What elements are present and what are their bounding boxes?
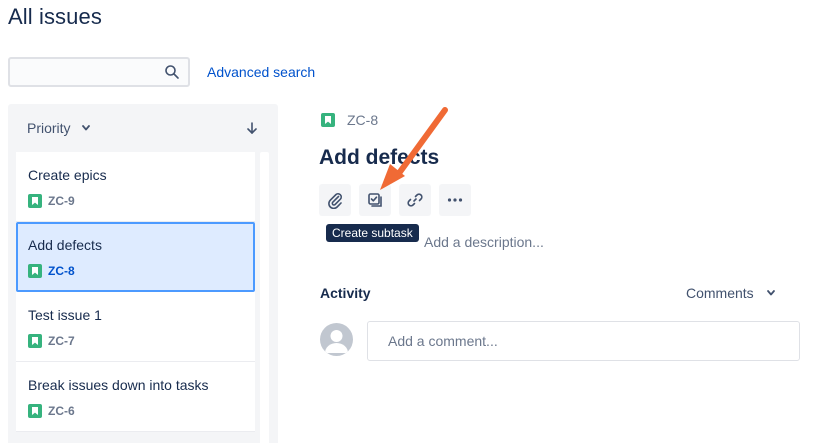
paperclip-icon bbox=[328, 193, 342, 209]
user-icon bbox=[325, 330, 348, 353]
issue-list: Create epics ZC-9 Add defects ZC-8 Test … bbox=[16, 152, 255, 432]
advanced-search-link[interactable]: Advanced search bbox=[207, 64, 315, 80]
link-issue-button[interactable] bbox=[399, 184, 431, 216]
issue-title: Break issues down into tasks bbox=[28, 377, 209, 393]
activity-filter-label: Comments bbox=[686, 285, 754, 301]
avatar bbox=[320, 323, 353, 356]
issue-key: ZC-6 bbox=[48, 404, 75, 418]
scrollbar[interactable] bbox=[260, 152, 269, 443]
story-icon bbox=[321, 113, 335, 127]
description-field[interactable]: Add a description... bbox=[424, 234, 544, 250]
tooltip-create-subtask: Create subtask bbox=[326, 224, 419, 242]
sort-bar: Priority bbox=[8, 104, 278, 152]
more-actions-button[interactable] bbox=[439, 184, 471, 216]
detail-key-text: ZC-8 bbox=[347, 112, 379, 128]
list-item[interactable]: Test issue 1 ZC-7 bbox=[16, 292, 255, 362]
create-subtask-button[interactable] bbox=[359, 184, 391, 216]
attach-button[interactable] bbox=[319, 184, 351, 216]
activity-filter-dropdown[interactable]: Comments bbox=[686, 285, 776, 301]
issue-key: ZC-9 bbox=[48, 194, 75, 208]
list-item[interactable]: Break issues down into tasks ZC-6 bbox=[16, 362, 255, 432]
activity-heading: Activity bbox=[320, 285, 371, 301]
search-box[interactable] bbox=[8, 57, 190, 87]
detail-issue-key[interactable]: ZC-8 bbox=[321, 112, 378, 128]
link-icon bbox=[407, 193, 423, 207]
list-item-selected[interactable]: Add defects ZC-8 bbox=[16, 222, 255, 292]
story-icon bbox=[28, 194, 42, 208]
issue-summary[interactable]: Add defects bbox=[319, 146, 439, 170]
search-input[interactable] bbox=[10, 59, 160, 85]
issue-toolbar bbox=[319, 184, 471, 216]
issue-title: Create epics bbox=[28, 167, 107, 183]
sort-priority-dropdown[interactable]: Priority bbox=[27, 120, 91, 136]
story-icon bbox=[28, 404, 42, 418]
issue-key: ZC-7 bbox=[48, 334, 75, 348]
issue-list-panel: Priority Create epics ZC-9 Add defects Z… bbox=[8, 104, 278, 443]
comment-box[interactable] bbox=[367, 321, 800, 361]
story-icon bbox=[28, 264, 42, 278]
comment-input[interactable] bbox=[368, 322, 799, 360]
chevron-down-icon bbox=[766, 290, 775, 296]
page-title: All issues bbox=[8, 4, 102, 29]
arrow-down-icon[interactable] bbox=[245, 121, 259, 135]
story-icon bbox=[28, 334, 42, 348]
issue-title: Add defects bbox=[28, 237, 102, 253]
sort-label: Priority bbox=[27, 120, 71, 136]
subtask-icon bbox=[368, 193, 382, 207]
chevron-down-icon bbox=[81, 125, 90, 131]
issue-key: ZC-8 bbox=[48, 264, 75, 278]
more-icon bbox=[447, 198, 463, 202]
issue-title: Test issue 1 bbox=[28, 307, 102, 323]
search-icon[interactable] bbox=[164, 64, 180, 80]
list-item[interactable]: Create epics ZC-9 bbox=[16, 152, 255, 222]
